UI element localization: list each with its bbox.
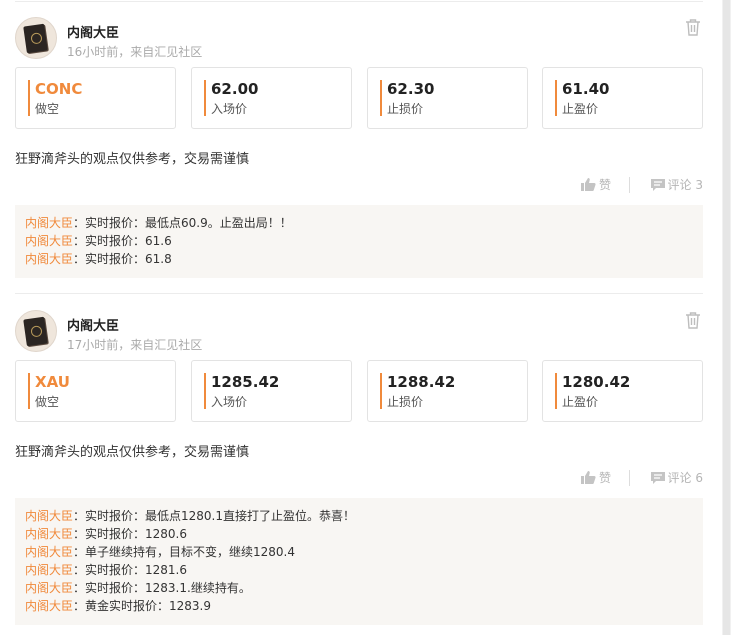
reply-author[interactable]: 内阁大臣	[25, 545, 73, 559]
avatar[interactable]	[15, 310, 57, 352]
post-description: 狂野滴斧头的观点仅供参考，交易需谨慎	[15, 152, 250, 167]
action-divider	[629, 177, 630, 193]
scrollbar-thumb[interactable]	[723, 0, 730, 635]
stop-loss-label: 止损价	[387, 102, 424, 116]
post-meta: 17小时前，来自汇见社区	[67, 338, 203, 352]
entry-label: 入场价	[211, 395, 248, 409]
reply-author[interactable]: 内阁大臣	[25, 509, 73, 523]
reply-item: 内阁大臣：实时报价：1281.6	[25, 561, 355, 579]
comment-button[interactable]: 评论 3	[650, 176, 703, 194]
trash-icon[interactable]	[685, 18, 701, 36]
post-card: 内阁大臣 16小时前，来自汇见社区 CONC 做空 62.00 入场价 62.3…	[15, 0, 703, 292]
reply-text: ：实时报价：1280.6	[73, 527, 188, 541]
take-profit-box: 61.40 止盈价	[542, 67, 703, 129]
direction: 做空	[35, 102, 60, 116]
symbol[interactable]: XAU	[35, 373, 70, 391]
stop-loss-box: 1288.42 止损价	[367, 360, 528, 422]
reply-item: 内阁大臣：实时报价：61.6	[25, 232, 292, 250]
reply-text: ：实时报价：1281.6	[73, 563, 188, 577]
trade-info: XAU 做空 1285.42 入场价 1288.42 止损价 1280.42 止…	[15, 360, 703, 422]
reply-item: 内阁大臣：实时报价：61.8	[25, 250, 292, 268]
post-description: 狂野滴斧头的观点仅供参考，交易需谨慎	[15, 445, 250, 460]
symbol-box: CONC 做空	[15, 67, 176, 129]
reply-author[interactable]: 内阁大臣	[25, 563, 73, 577]
comment-label: 评论 3	[667, 178, 703, 192]
symbol-box: XAU 做空	[15, 360, 176, 422]
entry-box: 1285.42 入场价	[191, 360, 352, 422]
reply-author[interactable]: 内阁大臣	[25, 599, 73, 613]
entry-price: 1285.42	[211, 373, 280, 391]
reply-item: 内阁大臣：实时报价：最低点1280.1直接打了止盈位。恭喜！	[25, 507, 355, 525]
username[interactable]: 内阁大臣	[67, 22, 119, 41]
reply-text: ：实时报价：最低点60.9。止盈出局！！	[73, 216, 292, 230]
reply-item: 内阁大臣：实时报价：最低点60.9。止盈出局！！	[25, 214, 292, 232]
entry-box: 62.00 入场价	[191, 67, 352, 129]
reply-list: 内阁大臣：实时报价：最低点1280.1直接打了止盈位。恭喜！ 内阁大臣：实时报价…	[15, 498, 703, 625]
thumbs-up-icon	[580, 178, 596, 191]
reply-text: ：实时报价：61.8	[73, 252, 172, 266]
reply-author[interactable]: 内阁大臣	[25, 252, 73, 266]
comment-label: 评论 6	[667, 471, 703, 485]
trade-info: CONC 做空 62.00 入场价 62.30 止损价 61.40 止盈价	[15, 67, 703, 129]
reply-text: ：黄金实时报价：1283.9	[73, 599, 212, 613]
trash-icon[interactable]	[685, 311, 701, 329]
username[interactable]: 内阁大臣	[67, 315, 119, 334]
thumbs-up-icon	[580, 471, 596, 484]
reply-author[interactable]: 内阁大臣	[25, 527, 73, 541]
post-card: 内阁大臣 17小时前，来自汇见社区 XAU 做空 1285.42 入场价 128…	[15, 293, 703, 636]
reply-text: ：实时报价：1283.1.继续持有。	[73, 581, 251, 595]
reply-author[interactable]: 内阁大臣	[25, 581, 73, 595]
reply-list: 内阁大臣：实时报价：最低点60.9。止盈出局！！ 内阁大臣：实时报价：61.6 …	[15, 205, 703, 278]
like-button[interactable]: 赞	[580, 176, 611, 194]
like-label: 赞	[598, 178, 611, 192]
entry-price: 62.00	[211, 80, 259, 98]
scrollbar[interactable]	[722, 0, 731, 635]
like-label: 赞	[598, 471, 611, 485]
stop-loss-price: 1288.42	[387, 373, 456, 391]
reply-text: ：实时报价：最低点1280.1直接打了止盈位。恭喜！	[73, 509, 356, 523]
reply-item: 内阁大臣：单子继续持有，目标不变，继续1280.4	[25, 543, 355, 561]
take-profit-label: 止盈价	[562, 395, 599, 409]
reply-item: 内阁大臣：实时报价：1280.6	[25, 525, 355, 543]
comment-button[interactable]: 评论 6	[650, 469, 703, 487]
take-profit-box: 1280.42 止盈价	[542, 360, 703, 422]
avatar[interactable]	[15, 17, 57, 59]
book-icon	[23, 316, 48, 347]
reply-text: ：实时报价：61.6	[73, 234, 172, 248]
take-profit-price: 61.40	[562, 80, 610, 98]
symbol[interactable]: CONC	[35, 80, 82, 98]
reply-author[interactable]: 内阁大臣	[25, 234, 73, 248]
reply-item: 内阁大臣：实时报价：1283.1.继续持有。	[25, 579, 355, 597]
reply-item: 内阁大臣：黄金实时报价：1283.9	[25, 597, 355, 615]
take-profit-price: 1280.42	[562, 373, 631, 391]
direction: 做空	[35, 395, 60, 409]
like-button[interactable]: 赞	[580, 469, 611, 487]
stop-loss-label: 止损价	[387, 395, 424, 409]
reply-text: ：单子继续持有，目标不变，继续1280.4	[73, 545, 296, 559]
entry-label: 入场价	[211, 102, 248, 116]
action-divider	[629, 470, 630, 486]
comment-icon	[650, 472, 665, 484]
take-profit-label: 止盈价	[562, 102, 599, 116]
book-icon	[23, 23, 48, 54]
post-meta: 16小时前，来自汇见社区	[67, 45, 203, 59]
stop-loss-price: 62.30	[387, 80, 435, 98]
comment-icon	[650, 179, 665, 191]
stop-loss-box: 62.30 止损价	[367, 67, 528, 129]
reply-author[interactable]: 内阁大臣	[25, 216, 73, 230]
